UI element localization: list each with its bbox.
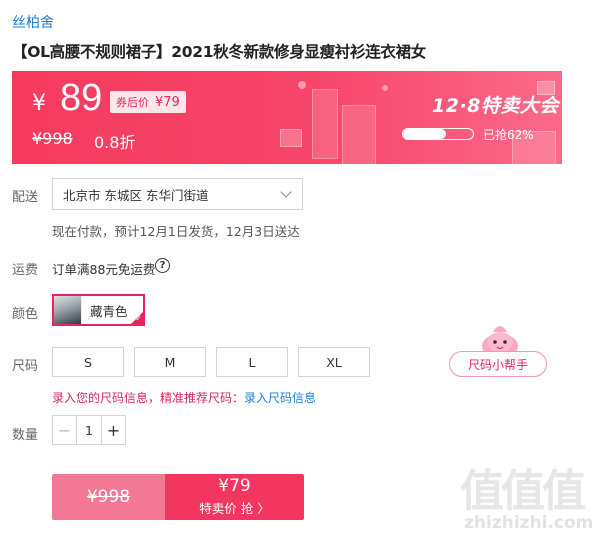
delivery-label: 配送	[12, 190, 39, 205]
sold-progress-bar	[402, 128, 474, 140]
address-value: 北京市 东城区 东华门街道	[63, 187, 209, 203]
sold-progress-text: 已抢62%	[483, 128, 534, 142]
decoration-gift	[280, 129, 302, 147]
event-name: 12·8特卖大会	[432, 95, 559, 117]
color-thumbnail	[54, 296, 82, 324]
size-info-prompt: 录入您的尺码信息，精准推荐尺码：录入尺码信息	[52, 389, 316, 406]
decoration-circle	[298, 81, 306, 89]
quantity-stepper: − 1 +	[52, 415, 126, 445]
color-label: 颜色	[12, 307, 39, 322]
quantity-increase-button[interactable]: +	[101, 416, 125, 444]
size-label: 尺码	[12, 359, 39, 374]
delivery-estimate: 现在付款，预计12月1日发货，12月3日送达	[52, 224, 300, 239]
decoration-tower	[342, 105, 376, 164]
buy-cta-label: 特卖价 抢 〉	[199, 500, 270, 516]
size-option-m[interactable]: M	[134, 347, 206, 377]
original-price: ¥998	[32, 129, 73, 148]
watermark-text: zhizhizhi.com	[464, 513, 594, 533]
store-name[interactable]: 丝柏舍	[12, 12, 54, 32]
coupon-price: ¥79	[155, 94, 180, 110]
buy-bar: ¥998 ¥79 特卖价 抢 〉	[52, 474, 304, 520]
question-circle-icon[interactable]: ?	[155, 258, 170, 273]
size-option-xl[interactable]: XL	[298, 347, 370, 377]
color-option-selected[interactable]: 藏青色 ✓	[52, 294, 145, 326]
buy-price: ¥79	[218, 476, 251, 497]
size-option-s[interactable]: S	[52, 347, 124, 377]
coupon-badge: 券后价 ¥79	[110, 91, 186, 113]
chevron-down-icon	[280, 186, 292, 198]
shipping-label: 运费	[12, 263, 39, 278]
size-info-text: 录入您的尺码信息，精准推荐尺码：	[52, 391, 245, 405]
coupon-label: 券后价	[116, 96, 149, 109]
decoration-tower	[312, 89, 338, 159]
shipping-info: 订单满88元免运费	[52, 262, 156, 277]
watermark-logo: 值值值	[460, 466, 586, 517]
product-title: 【OL高腰不规则裙子】2021秋冬新款修身显瘦衬衫连衣裙女	[12, 43, 426, 61]
buy-original-price: ¥998	[52, 474, 165, 520]
size-option-l[interactable]: L	[216, 347, 288, 377]
sold-progress-fill	[403, 129, 447, 139]
current-price: 89	[60, 77, 103, 119]
price-banner: ¥ 89 券后价 ¥79 ¥998 0.8折 12·8特卖大会 已抢62%	[12, 71, 562, 164]
price-currency: ¥	[32, 91, 46, 116]
size-info-link[interactable]: 录入尺码信息	[244, 391, 316, 405]
address-select[interactable]: 北京市 东城区 东华门街道	[52, 178, 303, 210]
quantity-decrease-button[interactable]: −	[53, 416, 77, 444]
quantity-label: 数量	[12, 428, 39, 443]
decoration-circle	[382, 85, 388, 91]
quantity-value[interactable]: 1	[77, 416, 101, 444]
color-option-label: 藏青色	[90, 303, 128, 319]
checkmark-icon: ✓	[135, 314, 142, 323]
discount-rate: 0.8折	[94, 133, 136, 152]
size-helper-button[interactable]: 尺码小帮手	[449, 351, 547, 377]
buy-now-button[interactable]: ¥79 特卖价 抢 〉	[165, 474, 304, 520]
